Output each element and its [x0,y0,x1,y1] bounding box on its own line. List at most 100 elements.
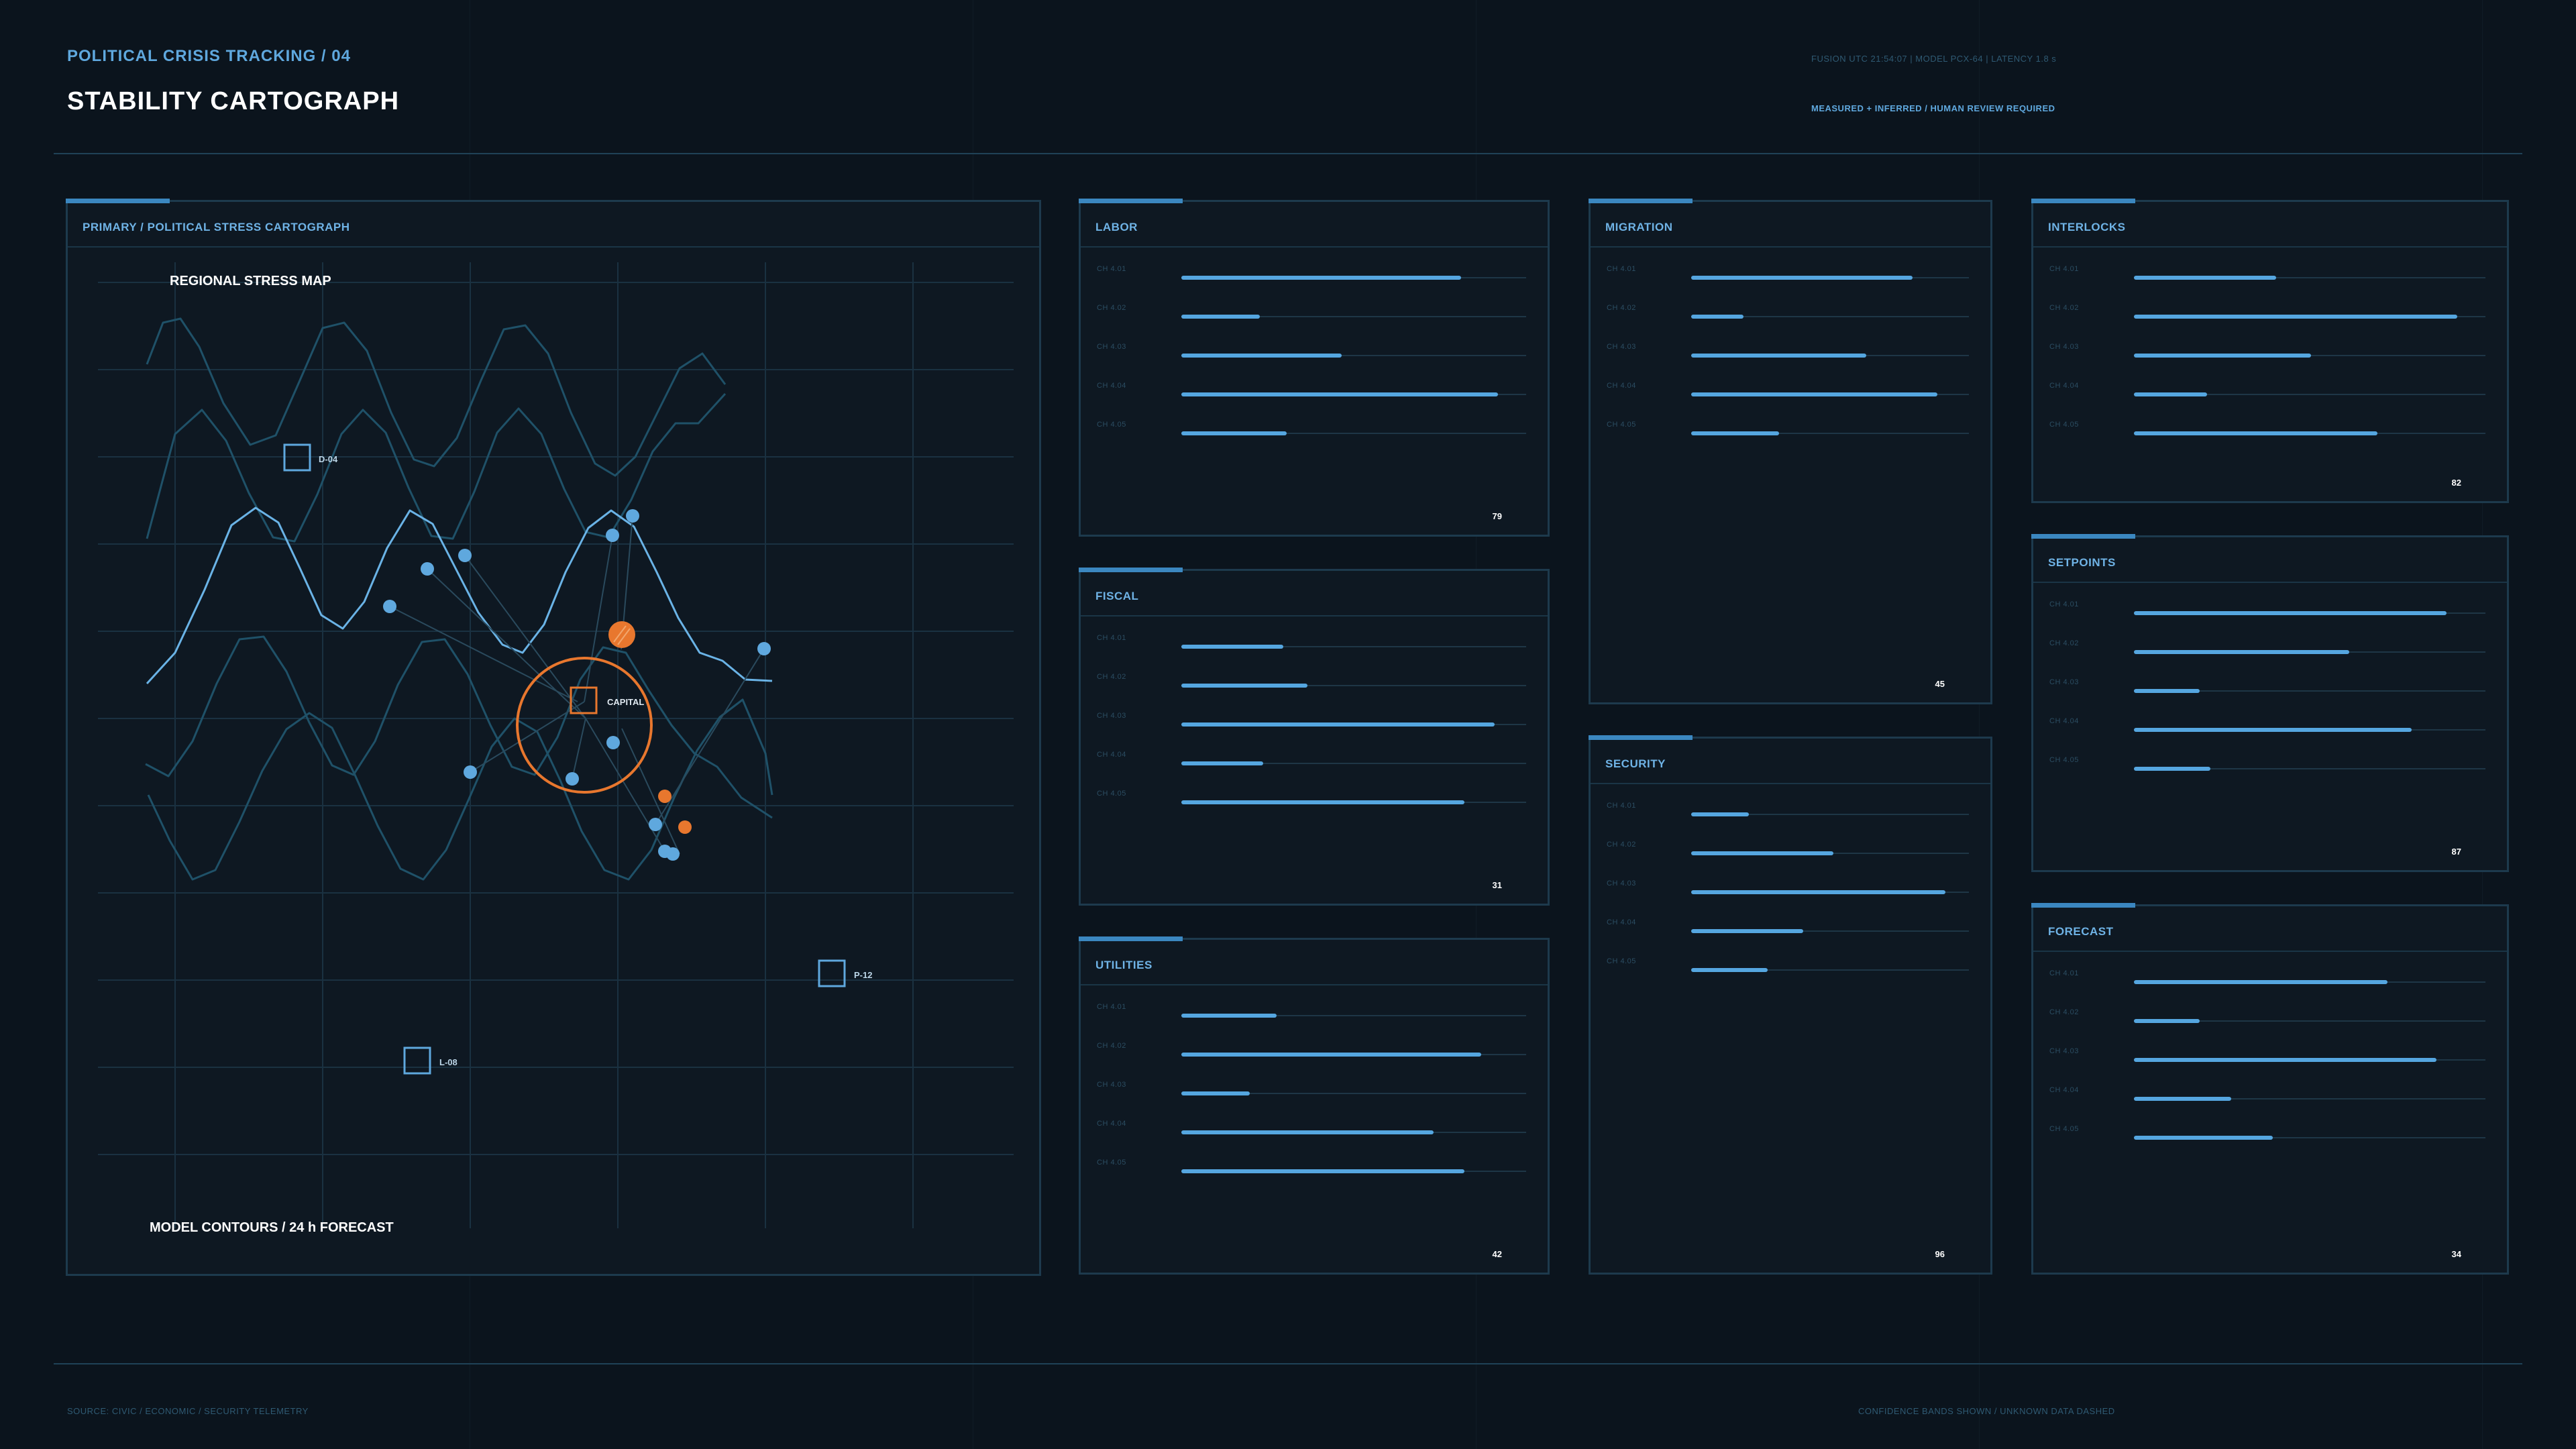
region-marker-l08[interactable] [403,1046,431,1075]
channel-level-bar [1181,722,1495,727]
panel-tab [1079,199,1183,203]
marker-label-d04: D-04 [319,454,338,464]
alert-node [678,820,692,834]
channel-label: CH 4.05 [1607,957,1636,965]
signal-node [757,642,771,655]
channel-label: CH 4.01 [2049,600,2079,608]
region-marker-p12[interactable] [818,959,846,987]
channel-row: CH 4.05 [2049,1124,2485,1144]
channel-level-bar [1691,890,1945,894]
channel-label: CH 4.03 [2049,343,2079,351]
channel-row: CH 4.01 [1097,264,1526,284]
channel-level-bar [1181,1169,1464,1173]
panel-head-divider [1591,246,1990,248]
channel-row: CH 4.01 [1607,264,1969,284]
channel-level-bar [1691,968,1768,972]
channel-row: CH 4.03 [1097,1079,1526,1099]
panel-tab [1589,199,1693,203]
channel-label: CH 4.02 [1097,1042,1126,1050]
map-grid [98,262,1014,1228]
panel-forecast: FORECAST CH 4.01 CH 4.02 CH 4.03 CH 4.04 CH 4… [2031,903,2509,1275]
channel-label: CH 4.04 [1607,918,1636,926]
channel-row: CH 4.01 [1607,800,1969,820]
channel-level-bar [1181,276,1461,280]
channel-level-bar [1691,851,1833,855]
channel-row: CH 4.04 [1097,1118,1526,1138]
channel-level-bar [2134,650,2349,654]
channel-label: CH 4.04 [2049,382,2079,390]
alert-node-large [608,621,635,648]
panel-head-divider [1081,984,1548,985]
channel-level-bar [2134,354,2311,358]
channel-level-bar [2134,728,2412,732]
panel-migration: MIGRATION CH 4.01 CH 4.02 CH 4.03 CH 4.04 CH … [1589,199,1992,704]
footer-divider [54,1363,2522,1364]
channel-row: CH 4.02 [1097,1040,1526,1061]
panel-utilities: UTILITIES CH 4.01 CH 4.02 CH 4.03 CH 4.04 CH … [1079,936,1550,1275]
panel-value: 34 [2451,1249,2461,1259]
channel-label: CH 4.04 [2049,717,2079,725]
channel-row: CH 4.02 [2049,1007,2485,1027]
channel-label: CH 4.01 [1607,265,1636,273]
channel-label: CH 4.01 [1607,802,1636,810]
channel-label: CH 4.05 [2049,1125,2079,1133]
channel-label: CH 4.02 [1097,673,1126,681]
page-title: STABILITY CARTOGRAPH [67,87,400,115]
channel-level-bar [1181,315,1260,319]
channel-row: CH 4.04 [1097,380,1526,400]
channel-label: CH 4.03 [2049,678,2079,686]
channel-label: CH 4.02 [2049,304,2079,312]
panel-tab [2031,903,2135,908]
channel-label: CH 4.05 [1607,421,1636,429]
channel-level-bar [2134,1136,2273,1140]
channel-level-bar [1181,800,1464,804]
panel-security: SECURITY CH 4.01 CH 4.02 CH 4.03 CH 4.04 CH 4… [1589,735,1992,1275]
panel-fiscal: FISCAL CH 4.01 CH 4.02 CH 4.03 CH 4.04 CH 4.0… [1079,568,1550,906]
panel-head-divider [2033,951,2507,952]
panel-title: UTILITIES [1095,959,1152,971]
channel-row: CH 4.04 [2049,1085,2485,1105]
panel-tab [2031,199,2135,203]
channel-level-bar [2134,1019,2200,1023]
map-caption: MODEL CONTOURS / 24 h FORECAST [150,1220,394,1235]
channel-level-bar [1181,354,1342,358]
channel-level-bar [1691,929,1803,933]
panel-value: 45 [1935,679,1945,689]
channel-row: CH 4.01 [2049,599,2485,619]
link-lines [389,515,765,855]
channel-level-bar [2134,767,2210,771]
channel-row: CH 4.03 [2049,1046,2485,1066]
panel-title: FISCAL [1095,590,1139,602]
stress-map[interactable]: D-04 P-12 L-08 CAPITAL REGIONAL STRESS M… [68,202,1039,1274]
map-title: REGIONAL STRESS MAP [170,274,331,288]
fusion-meta: FUSION UTC 21:54:07 | MODEL PCX-64 | LAT… [1811,54,2057,64]
channel-label: CH 4.03 [2049,1047,2079,1055]
channel-row: CH 4.05 [1097,1157,1526,1177]
header-divider [54,153,2522,154]
panel-title: FORECAST [2048,925,2114,938]
panel-labor: LABOR CH 4.01 CH 4.02 CH 4.03 CH 4.04 CH 4.05… [1079,199,1550,537]
channel-row: CH 4.05 [1097,788,1526,808]
panel-head-divider [2033,582,2507,583]
signal-nodes [383,509,771,861]
channel-level-bar [1181,1014,1277,1018]
channel-level-bar [2134,1058,2436,1062]
section-eyebrow: POLITICAL CRISIS TRACKING / 04 [67,47,351,65]
channel-label: CH 4.02 [2049,639,2079,647]
channel-label: CH 4.02 [2049,1008,2079,1016]
channel-level-bar [2134,689,2200,693]
marker-label-p12: P-12 [854,970,872,980]
panel-head-divider [1081,246,1548,248]
channel-row: CH 4.04 [2049,716,2485,736]
channel-label: CH 4.04 [1607,382,1636,390]
signal-node [464,765,477,779]
channel-row: CH 4.02 [2049,303,2485,323]
channel-level-bar [2134,1097,2231,1101]
signal-node [606,529,619,542]
channel-label: CH 4.03 [1097,343,1126,351]
channel-label: CH 4.05 [2049,421,2079,429]
panel-value: 31 [1492,880,1502,890]
panel-title: SETPOINTS [2048,556,2116,569]
channel-label: CH 4.03 [1607,343,1636,351]
stress-map-panel: PRIMARY / POLITICAL STRESS CARTOGRAPH D-… [66,199,1041,1276]
